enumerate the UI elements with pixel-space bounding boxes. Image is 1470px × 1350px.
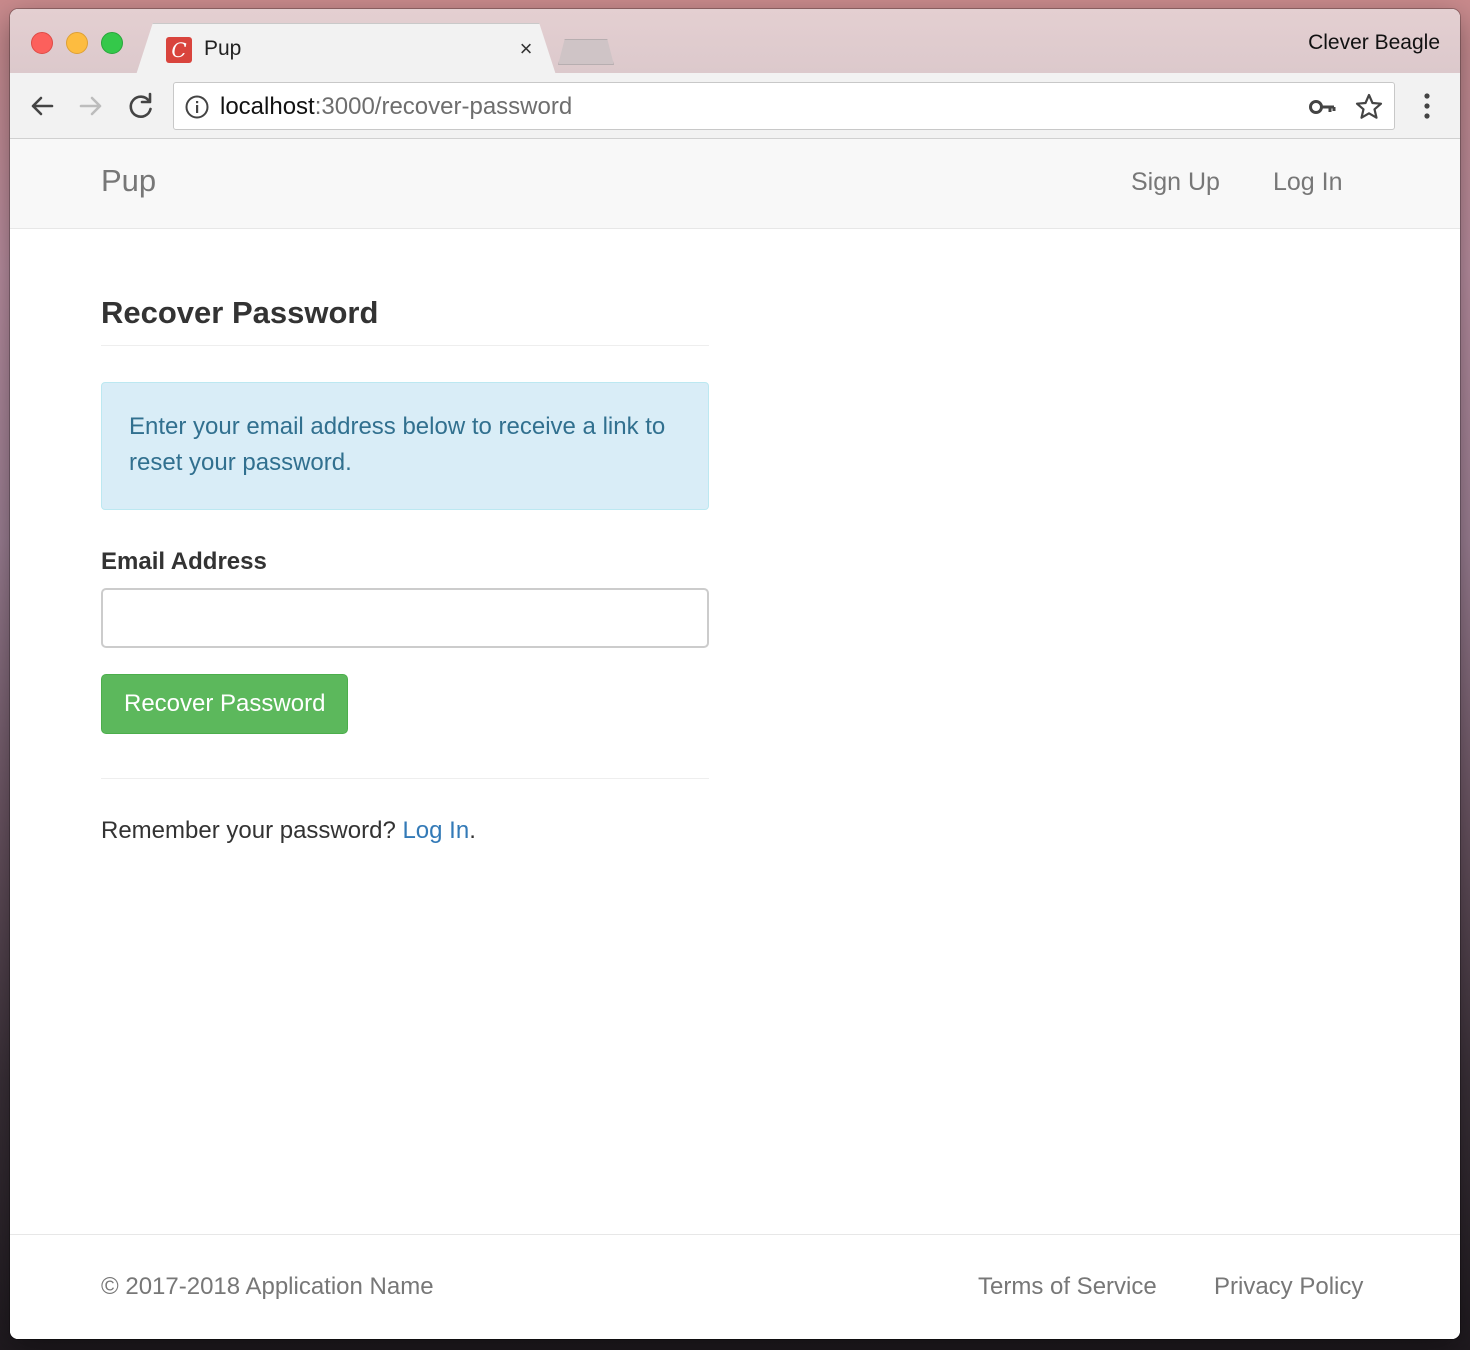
remember-password-text: Remember your password? Log In.	[101, 817, 709, 845]
browser-window: C Pup × Clever Beagle localhost:3000/rec…	[10, 9, 1460, 1339]
email-input[interactable]	[101, 588, 709, 648]
url-host: localhost	[220, 93, 315, 120]
key-icon[interactable]	[1308, 94, 1336, 120]
url-path: :3000/recover-password	[314, 93, 573, 120]
main-content: Recover Password Enter your email addres…	[101, 229, 709, 845]
remember-period: .	[469, 817, 476, 844]
browser-toolbar: localhost:3000/recover-password	[10, 73, 1460, 139]
page-title: Recover Password	[101, 295, 709, 346]
app-navbar: Pup Sign Up Log In	[10, 139, 1460, 229]
address-bar[interactable]: localhost:3000/recover-password	[173, 82, 1395, 130]
copyright-text: © 2017-2018 Application Name	[101, 1273, 434, 1300]
nav-sign-up-link[interactable]: Sign Up	[1131, 168, 1220, 197]
maximize-window-button[interactable]	[101, 32, 123, 54]
info-alert: Enter your email address below to receiv…	[101, 382, 709, 510]
tab-title: Pup	[204, 37, 242, 60]
minimize-window-button[interactable]	[66, 32, 88, 54]
browser-tab-active[interactable]: C Pup ×	[136, 23, 556, 75]
new-tab-button[interactable]	[558, 39, 614, 65]
recover-password-button[interactable]: Recover Password	[101, 674, 349, 734]
divider	[101, 778, 709, 779]
tab-strip: C Pup × Clever Beagle	[10, 9, 1460, 75]
forward-button[interactable]	[74, 89, 108, 123]
tab-close-button[interactable]: ×	[514, 34, 538, 64]
info-icon[interactable]	[184, 94, 210, 120]
more-vertical-icon[interactable]	[1412, 89, 1442, 123]
arrow-right-icon	[79, 96, 102, 116]
reload-button[interactable]	[124, 89, 158, 123]
email-label: Email Address	[101, 548, 267, 575]
log-in-link[interactable]: Log In	[402, 817, 469, 844]
privacy-policy-link[interactable]: Privacy Policy	[1214, 1273, 1363, 1301]
footer: © 2017-2018 Application Name Terms of Se…	[10, 1234, 1460, 1339]
back-button[interactable]	[25, 89, 59, 123]
profile-name[interactable]: Clever Beagle	[1308, 31, 1440, 55]
terms-of-service-link[interactable]: Terms of Service	[978, 1273, 1157, 1301]
remember-prompt: Remember your password?	[101, 817, 403, 844]
reload-icon	[129, 92, 152, 118]
favicon-icon: C	[166, 37, 192, 63]
star-icon[interactable]	[1354, 92, 1384, 122]
close-window-button[interactable]	[31, 32, 53, 54]
arrow-left-icon	[31, 96, 54, 116]
brand-link[interactable]: Pup	[101, 163, 156, 199]
nav-log-in-link[interactable]: Log In	[1273, 168, 1343, 197]
url-text[interactable]: localhost:3000/recover-password	[220, 93, 572, 121]
